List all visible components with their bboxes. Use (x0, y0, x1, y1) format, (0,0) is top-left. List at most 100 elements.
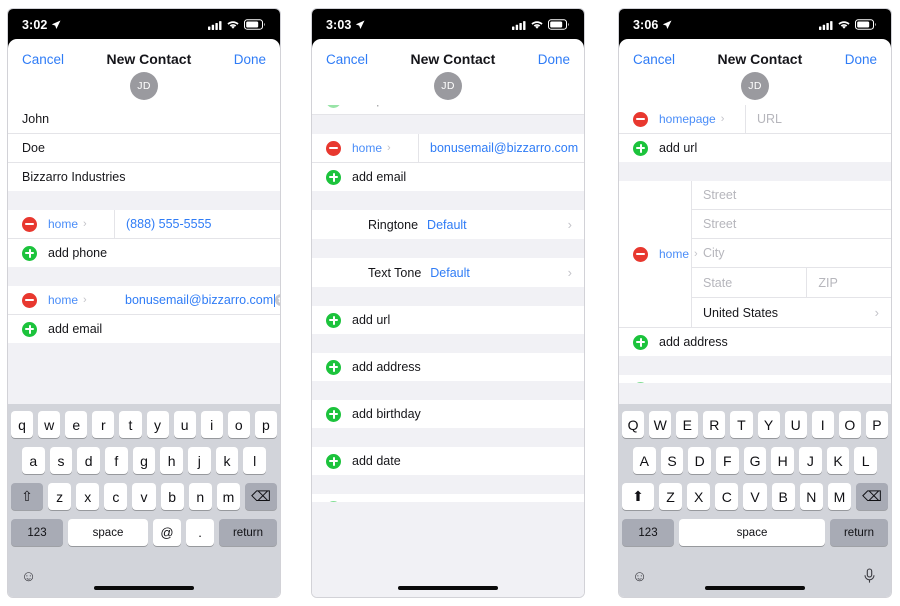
key-s[interactable]: S (660, 447, 684, 474)
key-q[interactable]: Q (622, 411, 645, 438)
add-address-icon[interactable] (326, 359, 341, 375)
key-z[interactable]: z (48, 483, 72, 510)
key-o[interactable]: O (838, 411, 861, 438)
backspace-key-icon[interactable]: ⌫ (855, 483, 888, 510)
url-row[interactable]: homepage › URL (619, 105, 891, 134)
add-url-row[interactable]: add url (312, 306, 584, 334)
microphone-icon[interactable] (863, 568, 876, 584)
ringtone-row[interactable]: Ringtone Default › (312, 210, 584, 239)
key-r[interactable]: R (703, 411, 726, 438)
key-h[interactable]: h (160, 447, 184, 474)
key-f[interactable]: F (716, 447, 739, 474)
key-s[interactable]: s (49, 447, 73, 474)
key-j[interactable]: j (188, 447, 211, 474)
shift-key-icon[interactable]: ⬆ (622, 483, 654, 510)
street2-input[interactable]: Street (692, 210, 891, 239)
key-g[interactable]: g (132, 447, 156, 474)
key-t[interactable]: T (730, 411, 753, 438)
avatar[interactable]: JD (130, 72, 158, 100)
key-b[interactable]: B (771, 483, 795, 510)
key-z[interactable]: Z (659, 483, 683, 510)
email-value[interactable]: bonusemail@bizzarro.com (430, 134, 584, 162)
state-input[interactable]: State (692, 268, 808, 297)
cancel-button[interactable]: Cancel (326, 52, 368, 67)
key-c[interactable]: c (104, 483, 128, 510)
done-button[interactable]: Done (538, 52, 570, 67)
remove-phone-icon[interactable] (22, 216, 37, 232)
key-q[interactable]: q (11, 411, 34, 438)
next-row-clipped[interactable] (312, 494, 584, 502)
add-url-icon[interactable] (326, 312, 341, 328)
add-address-row[interactable]: add address (619, 327, 891, 356)
key-r[interactable]: r (92, 411, 115, 438)
next-row-clipped[interactable] (619, 375, 891, 383)
zip-input[interactable]: ZIP (807, 268, 891, 297)
numbers-key[interactable]: 123 (11, 519, 63, 546)
key-c[interactable]: C (715, 483, 739, 510)
add-field-icon[interactable] (326, 500, 341, 502)
add-phone-row-clipped[interactable]: add phone (312, 105, 584, 115)
key-k[interactable]: k (215, 447, 239, 474)
shift-key-icon[interactable]: ⇧ (11, 483, 43, 510)
city-input[interactable]: City (692, 239, 891, 268)
return-key[interactable]: return (830, 519, 888, 546)
key-j[interactable]: J (799, 447, 822, 474)
country-row[interactable]: United States › (692, 298, 891, 327)
email-label-cell[interactable]: home › (352, 141, 418, 155)
contact-form-scroll[interactable]: add phone home › bonusemail@bizzarro.com… (312, 105, 584, 597)
last-name-row[interactable]: Doe (8, 134, 280, 163)
numbers-key[interactable]: 123 (622, 519, 674, 546)
key-n[interactable]: n (188, 483, 212, 510)
add-address-icon[interactable] (633, 334, 648, 350)
keyboard-uppercase[interactable]: Q W E R T Y U I O P A S D F G H J K L ⬆ … (619, 404, 891, 597)
emoji-icon[interactable]: ☺ (632, 569, 647, 584)
url-label-cell[interactable]: homepage › (659, 112, 745, 126)
key-l[interactable]: l (243, 447, 267, 474)
done-button[interactable]: Done (234, 52, 266, 67)
key-w[interactable]: w (38, 411, 61, 438)
return-key[interactable]: return (219, 519, 277, 546)
company-row[interactable]: Bizzarro Industries (8, 163, 280, 191)
key-u[interactable]: U (784, 411, 807, 438)
key-x[interactable]: X (687, 483, 711, 510)
phone-row[interactable]: home › (888) 555-5555 (8, 210, 280, 239)
clear-text-icon[interactable] (275, 294, 280, 306)
key-d[interactable]: d (77, 447, 100, 474)
key-n[interactable]: N (799, 483, 823, 510)
key-o[interactable]: o (227, 411, 250, 438)
add-birthday-icon[interactable] (326, 406, 341, 422)
first-name-row[interactable]: John (8, 105, 280, 134)
key-x[interactable]: x (76, 483, 100, 510)
add-email-row[interactable]: add email (312, 163, 584, 191)
add-phone-icon[interactable] (326, 105, 341, 108)
backspace-key-icon[interactable]: ⌫ (244, 483, 277, 510)
key-k[interactable]: K (826, 447, 850, 474)
key-p[interactable]: p (254, 411, 277, 438)
key-a[interactable]: A (632, 447, 656, 474)
add-email-row[interactable]: add email (8, 315, 280, 343)
key-v[interactable]: v (132, 483, 156, 510)
email-label-cell[interactable]: home › (48, 293, 114, 307)
contact-form-scroll[interactable]: John Doe Bizzarro Industries home › (888… (8, 105, 280, 404)
phone-label-cell[interactable]: home › (48, 217, 114, 231)
avatar[interactable]: JD (434, 72, 462, 100)
address-label-cell[interactable]: home › (619, 181, 698, 327)
key-v[interactable]: V (743, 483, 767, 510)
add-field-row[interactable] (619, 375, 891, 383)
remove-address-icon[interactable] (633, 246, 648, 262)
key-m[interactable]: m (216, 483, 240, 510)
cancel-button[interactable]: Cancel (22, 52, 64, 67)
cancel-button[interactable]: Cancel (633, 52, 675, 67)
remove-url-icon[interactable] (633, 111, 648, 127)
space-key[interactable]: space (679, 519, 825, 546)
key-i[interactable]: i (200, 411, 223, 438)
key-g[interactable]: G (743, 447, 767, 474)
done-button[interactable]: Done (845, 52, 877, 67)
key-b[interactable]: b (160, 483, 184, 510)
add-phone-icon[interactable] (22, 245, 37, 261)
add-field-row[interactable] (312, 494, 584, 502)
add-address-row[interactable]: add address (312, 353, 584, 381)
emoji-icon[interactable]: ☺ (21, 569, 36, 584)
key-y[interactable]: y (146, 411, 169, 438)
street1-input[interactable]: Street (692, 181, 891, 210)
